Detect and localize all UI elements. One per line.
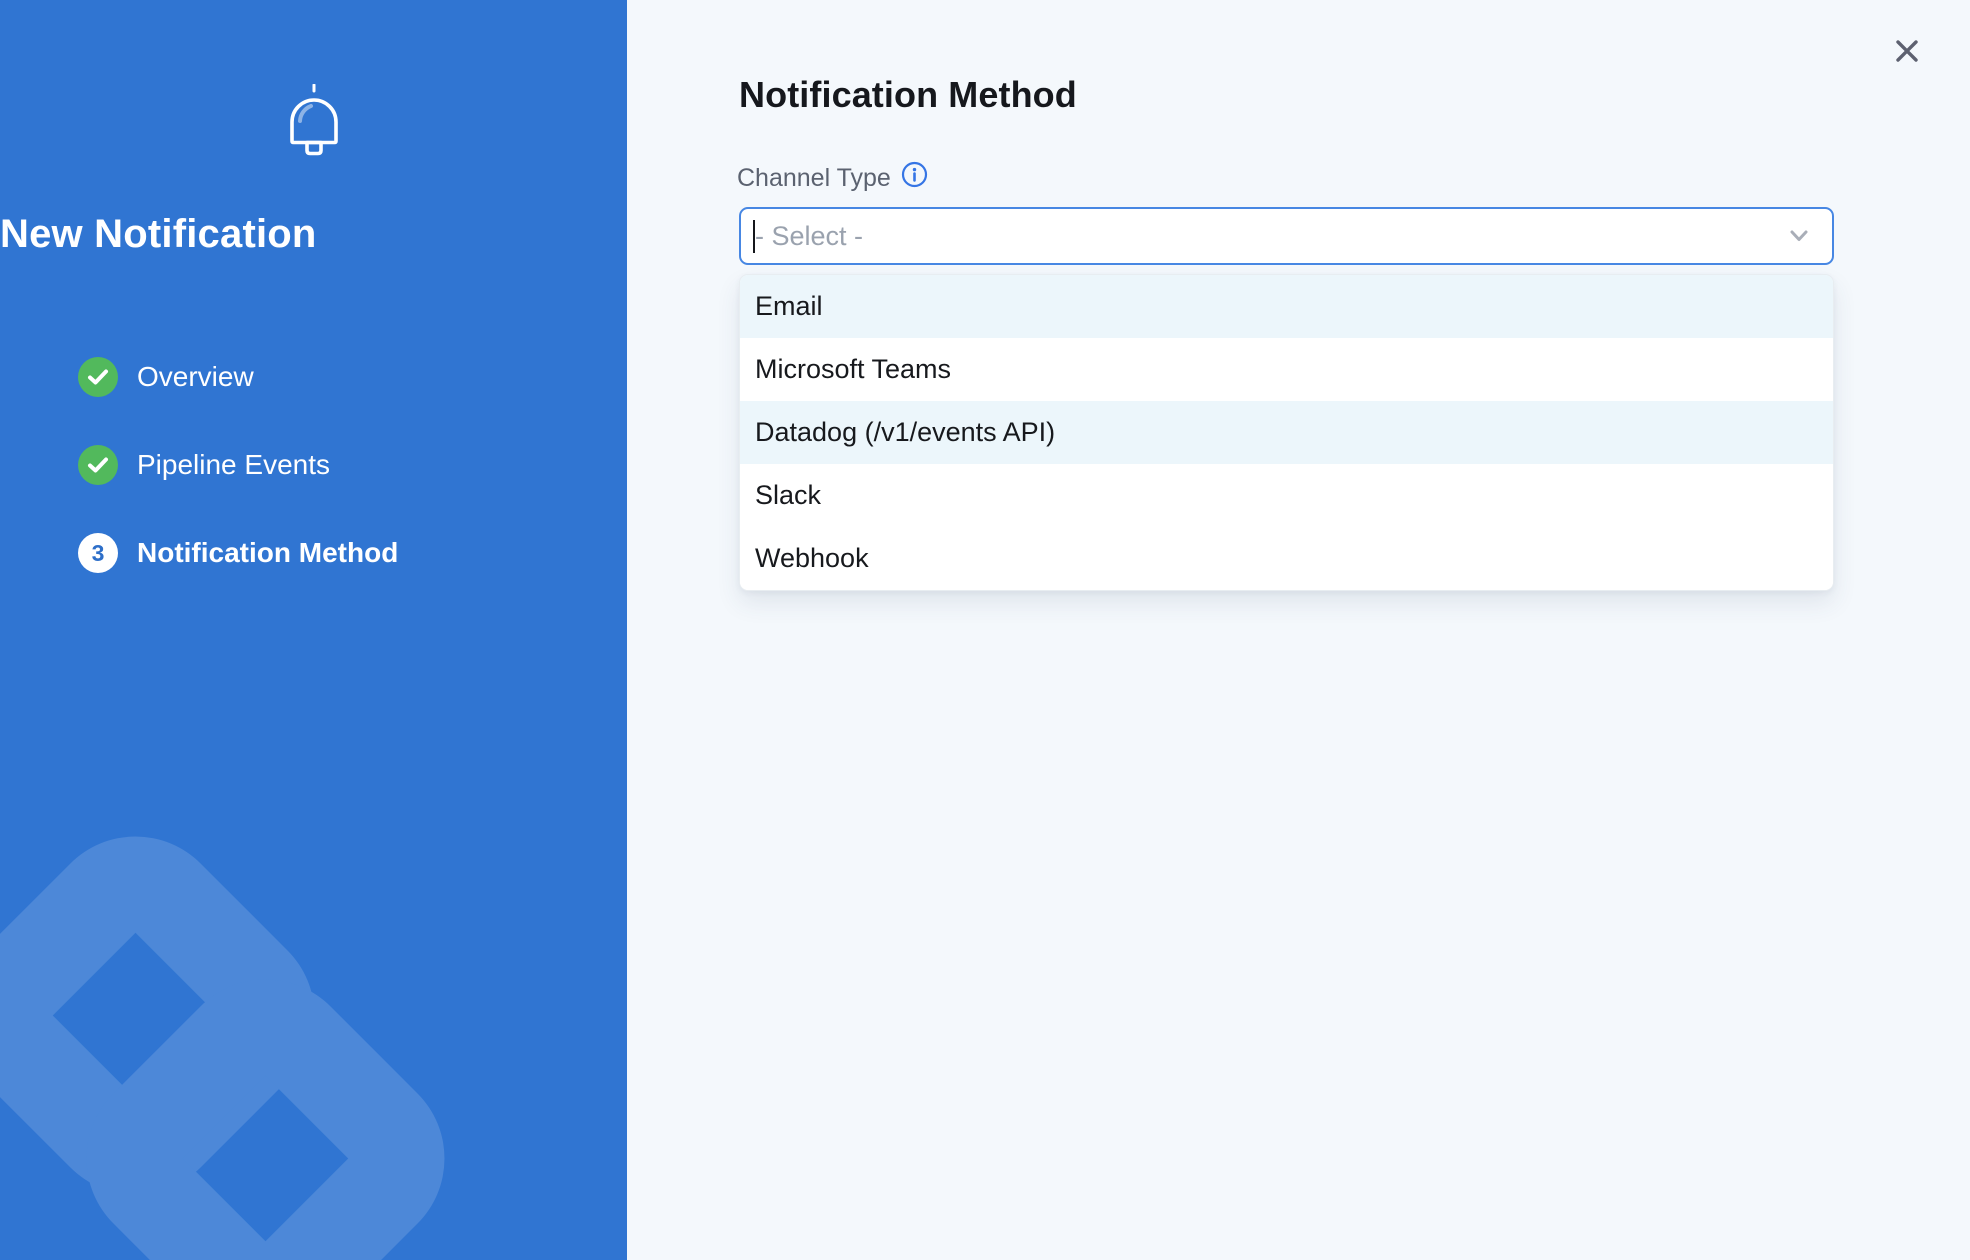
step-overview[interactable]: Overview — [78, 357, 398, 397]
option-microsoft-teams[interactable]: Microsoft Teams — [740, 338, 1833, 401]
check-icon — [78, 357, 118, 397]
select-placeholder: - Select - — [755, 209, 863, 263]
step-notification-method[interactable]: 3 Notification Method — [78, 533, 398, 573]
sidebar-title: New Notification — [0, 212, 627, 257]
chevron-down-icon — [1786, 226, 1812, 251]
option-webhook[interactable]: Webhook — [740, 527, 1833, 590]
option-slack[interactable]: Slack — [740, 464, 1833, 527]
channel-type-select[interactable]: - Select - — [739, 207, 1834, 265]
bell-icon — [0, 84, 627, 164]
page-title: Notification Method — [739, 74, 1077, 116]
step-number-badge: 3 — [78, 533, 118, 573]
close-button[interactable] — [1890, 34, 1924, 68]
channel-type-field-label-row: Channel Type — [737, 163, 928, 193]
check-icon — [78, 445, 118, 485]
step-label: Notification Method — [137, 537, 398, 569]
sidebar: New Notification Overview Pipeline Event… — [0, 0, 627, 1260]
wizard-steps: Overview Pipeline Events 3 Notification … — [78, 357, 398, 621]
info-icon[interactable] — [901, 161, 928, 191]
close-icon — [1894, 38, 1920, 64]
option-email[interactable]: Email — [740, 275, 1833, 338]
step-label: Overview — [137, 361, 254, 393]
step-label: Pipeline Events — [137, 449, 330, 481]
channel-type-label: Channel Type — [737, 163, 891, 193]
step-pipeline-events[interactable]: Pipeline Events — [78, 445, 398, 485]
channel-type-dropdown: Email Microsoft Teams Datadog (/v1/event… — [739, 274, 1834, 591]
option-datadog[interactable]: Datadog (/v1/events API) — [740, 401, 1833, 464]
content-panel: Notification Method Channel Type - Selec… — [627, 0, 1970, 1260]
